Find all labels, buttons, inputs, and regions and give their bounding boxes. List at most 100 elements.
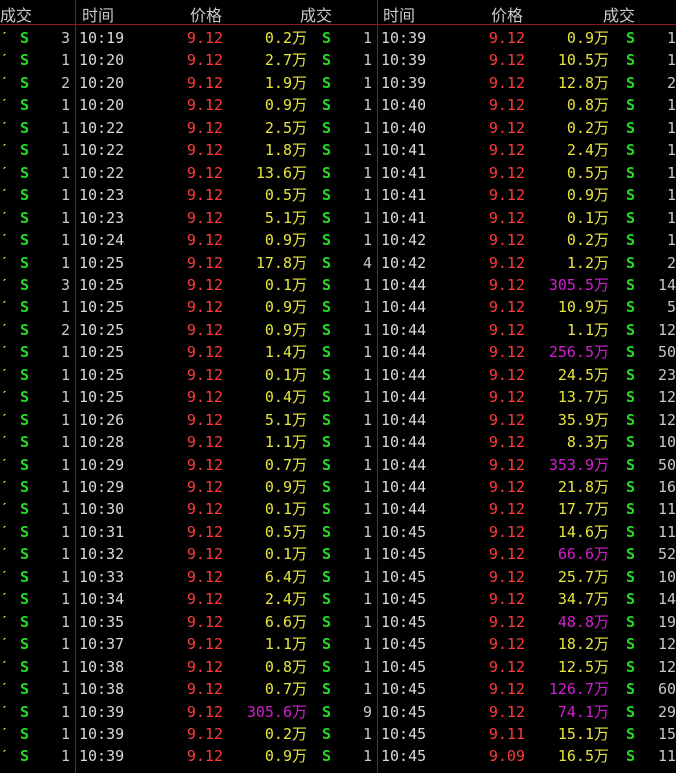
- right-trade-header: 成交: [603, 6, 636, 25]
- table-row[interactable]: ˊ S 1 10:33 9.12 6.4万 S 1 10:45 9.12 25.7万 S 10: [0, 566, 676, 589]
- trade-count: 1: [60, 343, 70, 362]
- trade-price: 9.12: [488, 186, 525, 205]
- table-row[interactable]: ˊ S 1 10:22 9.12 13.6万 S 1 10:41 9.12 0.5万 S 1: [0, 162, 676, 185]
- trade-count: 1: [60, 208, 70, 227]
- table-row[interactable]: ˊ S 1 10:32 9.12 0.1万 S 1 10:45 9.12 66.6万 S 52: [0, 543, 676, 566]
- tick-mark: ˊ: [0, 500, 10, 519]
- trade-price: 9.12: [186, 657, 223, 676]
- trade-time: 10:37: [79, 635, 125, 654]
- trade-count: 1: [362, 96, 372, 115]
- trade-price: 9.12: [488, 612, 525, 631]
- trade-volume: 0.2万: [264, 724, 307, 743]
- sell-flag: S: [626, 96, 636, 115]
- sell-flag: S: [20, 635, 30, 654]
- table-row[interactable]: ˊ S 1 10:39 9.12 0.9万 S 1 10:45 9.09 16.5万 S 11: [0, 745, 676, 768]
- table-row[interactable]: ˊ S 1 10:31 9.12 0.5万 S 1 10:45 9.12 14.6万 S 11: [0, 521, 676, 544]
- trade-count: 1: [362, 51, 372, 70]
- table-row[interactable]: ˊ S 1 10:29 9.12 0.9万 S 1 10:44 9.12 21.8万 S 16: [0, 476, 676, 499]
- table-row[interactable]: ˊ S 1 10:22 9.12 2.5万 S 1 10:40 9.12 0.2万 S 1: [0, 117, 676, 140]
- table-row[interactable]: ˊ S 1 10:38 9.12 0.8万 S 1 10:45 9.12 12.5万 S 12: [0, 656, 676, 679]
- table-row[interactable]: ˊ S 1 10:24 9.12 0.9万 S 1 10:42 9.12 0.2万 S 1: [0, 229, 676, 252]
- trade-price: 9.12: [186, 545, 223, 564]
- table-row[interactable]: ˊ S 1 10:25 9.12 1.4万 S 1 10:44 9.12 256.5万 S 50: [0, 341, 676, 364]
- trade-count: 2: [60, 73, 70, 92]
- trade-time: 10:45: [381, 567, 427, 586]
- trade-volume: 2.4万: [566, 141, 609, 160]
- table-row[interactable]: ˊ S 2 10:25 9.12 0.9万 S 1 10:44 9.12 1.1万 S 12: [0, 319, 676, 342]
- trade-volume: 0.1万: [566, 208, 609, 227]
- trade-count: 19: [657, 612, 676, 631]
- sell-flag: S: [626, 747, 636, 766]
- trade-time: 10:25: [79, 253, 125, 272]
- table-row[interactable]: ˊ S 2 10:20 9.12 1.9万 S 1 10:39 9.12 12.8万 S 2: [0, 72, 676, 95]
- trade-count: 1: [362, 478, 372, 496]
- trade-count: 1: [60, 186, 70, 205]
- table-row[interactable]: ˊ S 1 10:23 9.12 0.5万 S 1 10:41 9.12 0.9万 S 1: [0, 184, 676, 207]
- trade-volume: 25.7万: [557, 567, 609, 586]
- tick-mark: ˊ: [0, 724, 10, 743]
- sell-flag: S: [322, 478, 332, 496]
- sell-flag: S: [20, 657, 30, 676]
- table-row[interactable]: ˊ S 1 10:28 9.12 1.1万 S 1 10:44 9.12 8.3万 S 10: [0, 431, 676, 454]
- header-row: 成交 时间 价格 成交 时间 价格 成交: [0, 0, 676, 25]
- trade-count: 14: [657, 275, 676, 294]
- trade-price: 9.12: [186, 702, 223, 721]
- trade-time: 10:44: [381, 365, 427, 384]
- table-row[interactable]: ˊ S 1 10:37 9.12 1.1万 S 1 10:45 9.12 18.2万 S 12: [0, 633, 676, 656]
- table-row[interactable]: ˊ S 1 10:20 9.12 2.7万 S 1 10:39 9.12 10.5万 S 1: [0, 49, 676, 72]
- trade-price: 9.12: [186, 522, 223, 541]
- trade-time: 10:30: [79, 500, 125, 519]
- sell-flag: S: [20, 141, 30, 160]
- trade-price: 9.12: [186, 410, 223, 429]
- table-row[interactable]: ˊ S 1 10:34 9.12 2.4万 S 1 10:45 9.12 34.7万 S 14: [0, 588, 676, 611]
- table-row[interactable]: ˊ S 1 10:25 9.12 0.4万 S 1 10:44 9.12 13.7万 S 12: [0, 386, 676, 409]
- sell-flag: S: [322, 320, 332, 339]
- table-row[interactable]: ˊ S 1 10:26 9.12 5.1万 S 1 10:44 9.12 35.9万 S 12: [0, 409, 676, 432]
- trade-price: 9.12: [186, 208, 223, 227]
- table-row[interactable]: ˊ S 1 10:38 9.12 0.7万 S 1 10:45 9.12 126.7万 S 60: [0, 678, 676, 701]
- table-row[interactable]: ˊ S 1 10:39 9.12 305.6万 S 9 10:45 9.12 74.1万 S 29: [0, 701, 676, 724]
- trade-count: 12: [657, 320, 676, 339]
- trade-price: 9.12: [186, 635, 223, 654]
- sell-flag: S: [322, 388, 332, 407]
- table-row[interactable]: ˊ S 1 10:22 9.12 1.8万 S 1 10:41 9.12 2.4万 S 1: [0, 139, 676, 162]
- tick-mark: ˊ: [0, 298, 10, 317]
- trade-count: 1: [60, 365, 70, 384]
- table-row[interactable]: ˊ S 3 10:19 9.12 0.2万 S 1 10:39 9.12 0.9万 S 1: [0, 27, 676, 50]
- table-row[interactable]: ˊ S 1 10:20 9.12 0.9万 S 1 10:40 9.12 0.8万 S 1: [0, 94, 676, 117]
- trade-count: 1: [60, 141, 70, 160]
- table-row[interactable]: ˊ S 1 10:29 9.12 0.7万 S 1 10:44 9.12 353.9万 S 50: [0, 454, 676, 477]
- table-row[interactable]: ˊ S 1 10:25 9.12 0.1万 S 1 10:44 9.12 24.5万 S 23: [0, 364, 676, 387]
- sell-flag: S: [626, 163, 636, 182]
- trade-count: 1: [60, 478, 70, 496]
- trade-volume: 6.4万: [264, 567, 307, 586]
- sell-flag: S: [20, 612, 30, 631]
- trade-volume: 0.2万: [264, 29, 307, 47]
- trade-price: 9.12: [186, 231, 223, 250]
- trade-price: 9.12: [186, 343, 223, 362]
- table-row[interactable]: ˊ S 1 10:30 9.12 0.1万 S 1 10:44 9.12 17.7万 S 11: [0, 498, 676, 521]
- table-row[interactable]: ˊ S 1 10:25 9.12 17.8万 S 4 10:42 9.12 1.2万 S 2: [0, 252, 676, 275]
- table-row[interactable]: ˊ S 1 10:35 9.12 6.6万 S 1 10:45 9.12 48.8万 S 19: [0, 611, 676, 634]
- trade-count: 1: [60, 657, 70, 676]
- table-row[interactable]: ˊ S 1 10:39 9.12 0.2万 S 1 10:45 9.11 15.1万 S 15: [0, 723, 676, 746]
- trade-volume: 0.1万: [264, 500, 307, 519]
- trade-price: 9.12: [488, 657, 525, 676]
- trade-time: 10:45: [381, 612, 427, 631]
- trade-time: 10:44: [381, 500, 427, 519]
- trade-price: 9.12: [488, 702, 525, 721]
- table-row[interactable]: ˊ S 1 10:23 9.12 5.1万 S 1 10:41 9.12 0.1万 S 1: [0, 207, 676, 230]
- sell-flag: S: [20, 298, 30, 317]
- trade-time: 10:44: [381, 275, 427, 294]
- tick-mark: ˊ: [0, 365, 10, 384]
- trade-volume: 21.8万: [557, 478, 609, 496]
- table-row[interactable]: ˊ S 3 10:25 9.12 0.1万 S 1 10:44 9.12 305.5万 S 14: [0, 274, 676, 297]
- trade-time: 10:39: [79, 702, 125, 721]
- trade-price: 9.12: [488, 231, 525, 250]
- trade-time: 10:45: [381, 747, 427, 766]
- table-row[interactable]: ˊ S 1 10:25 9.12 0.9万 S 1 10:44 9.12 10.9万 S 5: [0, 296, 676, 319]
- trade-price: 9.12: [186, 275, 223, 294]
- trade-time: 10:45: [381, 635, 427, 654]
- tick-mark: ˊ: [0, 118, 10, 137]
- trade-volume: 74.1万: [557, 702, 609, 721]
